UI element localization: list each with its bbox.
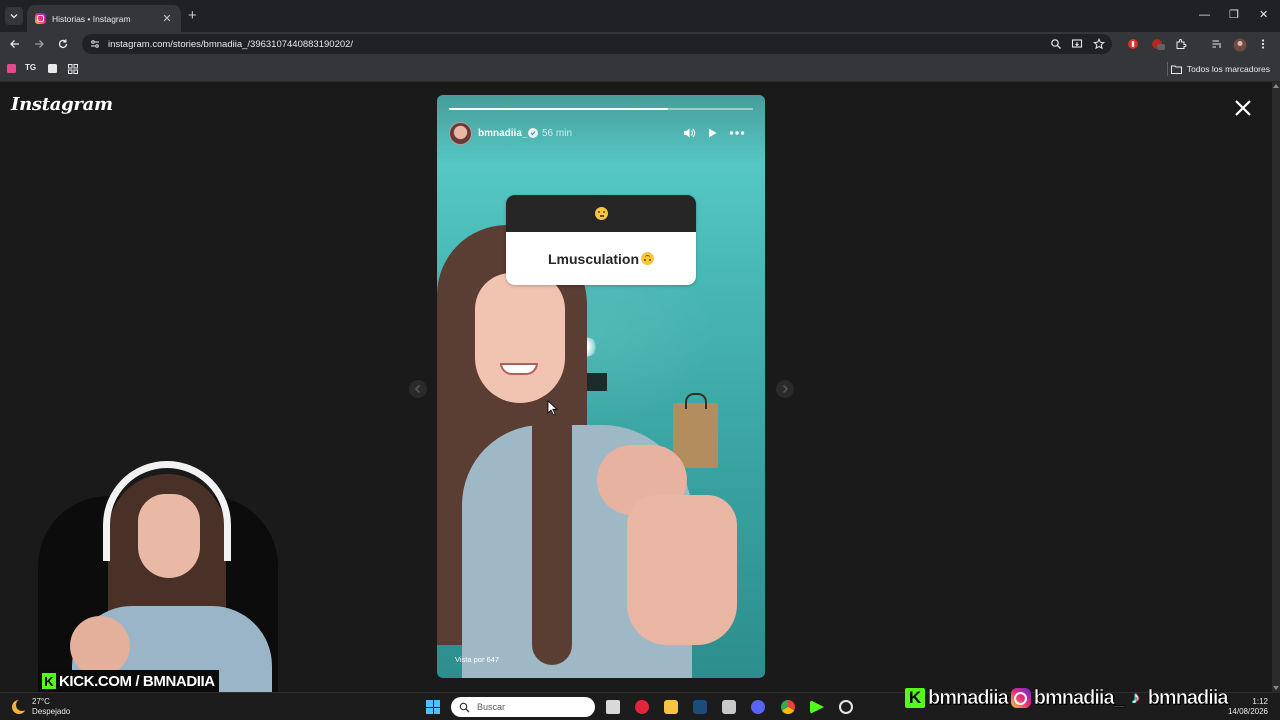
bookmark-star-icon[interactable] bbox=[1093, 38, 1105, 50]
scroll-down-arrow-icon[interactable] bbox=[1273, 686, 1279, 690]
webcam-streamer-hand bbox=[70, 616, 130, 676]
folder-icon bbox=[1170, 65, 1182, 74]
more-options-icon[interactable] bbox=[728, 126, 746, 140]
story-person-hair-strand bbox=[532, 395, 572, 665]
minimize-button[interactable]: — bbox=[1199, 9, 1210, 21]
story-username[interactable]: bmnadiia_ bbox=[478, 128, 527, 139]
story-timestamp: 56 min bbox=[542, 128, 573, 139]
instagram-icon bbox=[1010, 688, 1031, 708]
webcam-streamer-face bbox=[138, 494, 200, 578]
kick-channel-banner: K KICK.COM / BMNADIIA bbox=[38, 670, 219, 692]
active-tab[interactable]: Historias • Instagram ✕ bbox=[27, 5, 181, 32]
all-bookmarks-button[interactable]: Todos los marcadores bbox=[1170, 64, 1270, 74]
discord-icon[interactable] bbox=[751, 700, 765, 714]
url-text: instagram.com/stories/bmnadiia_/39631074… bbox=[108, 38, 354, 50]
sticker-answer: Lmusculation bbox=[506, 232, 696, 285]
new-tab-button[interactable]: + bbox=[188, 8, 197, 23]
restore-button[interactable]: ❐ bbox=[1229, 9, 1239, 21]
task-view-icon[interactable] bbox=[606, 700, 620, 714]
previous-story-arrow-icon[interactable] bbox=[409, 380, 427, 398]
thinking-face-emoji-icon bbox=[594, 207, 608, 220]
site-info-icon[interactable] bbox=[90, 39, 100, 49]
tiktok-icon: ♪ bbox=[1131, 688, 1140, 707]
instagram-username: bmnadiia_ bbox=[1033, 686, 1125, 709]
stream-social-overlay: K bmnadiia bmnadiia_ ♪ bmnadiia bbox=[905, 684, 1229, 712]
extension-red-icon[interactable] bbox=[1127, 38, 1139, 50]
story-person-smile bbox=[500, 363, 538, 375]
clock-time: 1:12 bbox=[1252, 697, 1268, 706]
tab-search-chevron-icon[interactable] bbox=[5, 7, 23, 25]
close-story-icon[interactable] bbox=[1234, 99, 1252, 117]
scroll-up-arrow-icon[interactable] bbox=[1273, 84, 1279, 88]
tab-title: Historias • Instagram bbox=[52, 13, 131, 24]
verified-badge-icon bbox=[528, 128, 538, 138]
story-author-avatar[interactable] bbox=[449, 122, 472, 145]
taskbar-search-box[interactable]: Buscar bbox=[451, 697, 595, 717]
upside-down-face-emoji-icon bbox=[641, 252, 654, 265]
story-person-arm bbox=[627, 495, 737, 645]
opera-icon[interactable] bbox=[635, 700, 649, 714]
page-scrollbar[interactable] bbox=[1272, 82, 1280, 692]
mouse-cursor-icon bbox=[547, 400, 559, 416]
story-viewer[interactable]: bmnadiia_ 56 min Lmusculation Vista por … bbox=[437, 95, 765, 678]
bookmarks-divider bbox=[1167, 62, 1168, 76]
sticker-answer-text: Lmusculation bbox=[547, 250, 639, 267]
reload-icon[interactable] bbox=[57, 38, 69, 50]
story-person-face bbox=[475, 273, 565, 403]
story-progress-fill bbox=[449, 108, 668, 110]
pink-square-icon[interactable] bbox=[7, 64, 16, 73]
profile-avatar-icon[interactable] bbox=[1233, 38, 1247, 52]
streamlabs-icon[interactable] bbox=[810, 700, 824, 714]
kick-username: bmnadiia bbox=[928, 686, 1009, 709]
sound-on-icon[interactable] bbox=[682, 126, 696, 140]
obs-icon[interactable] bbox=[839, 700, 853, 714]
clock-date: 14/08/2026 bbox=[1227, 707, 1268, 716]
taskbar-clock[interactable]: 1:12 14/08/2026 bbox=[1228, 697, 1268, 717]
weather-temperature: 27°C bbox=[32, 697, 50, 706]
weather-widget[interactable]: 27°C Despejado bbox=[12, 697, 70, 717]
zoom-icon[interactable] bbox=[1050, 38, 1062, 50]
tab-close-icon[interactable]: ✕ bbox=[161, 13, 173, 25]
moon-weather-icon bbox=[12, 699, 28, 714]
bookmarks-bar: TG Todos los marcadores bbox=[0, 56, 1280, 82]
photos-icon[interactable] bbox=[722, 700, 736, 714]
search-icon bbox=[459, 702, 470, 713]
instagram-favicon-icon bbox=[35, 13, 46, 24]
instagram-logo[interactable]: Instagram bbox=[11, 94, 113, 115]
tiktok-username: bmnadiia bbox=[1147, 686, 1228, 709]
webcam-overlay: K KICK.COM / BMNADIIA bbox=[0, 456, 312, 692]
address-bar[interactable]: instagram.com/stories/bmnadiia_/39631074… bbox=[82, 34, 1112, 54]
chrome-menu-icon[interactable] bbox=[1260, 38, 1272, 50]
kick-channel-label: KICK.COM / BMNADIIA bbox=[59, 672, 215, 690]
all-bookmarks-label: Todos los marcadores bbox=[1186, 64, 1270, 74]
steam-icon[interactable] bbox=[693, 700, 707, 714]
close-window-button[interactable]: ✕ bbox=[1259, 9, 1268, 21]
question-sticker: Lmusculation bbox=[506, 195, 696, 285]
kick-icon: K bbox=[42, 673, 56, 689]
search-placeholder: Buscar bbox=[477, 702, 506, 712]
next-story-arrow-icon[interactable] bbox=[776, 380, 794, 398]
browser-toolbar: instagram.com/stories/bmnadiia_/39631074… bbox=[0, 32, 1280, 56]
back-arrow-icon[interactable] bbox=[9, 38, 21, 50]
extensions-puzzle-icon[interactable] bbox=[1175, 38, 1187, 50]
weather-description: Despejado bbox=[32, 707, 71, 716]
chrome-icon[interactable] bbox=[781, 700, 795, 714]
forward-arrow-icon[interactable] bbox=[33, 38, 45, 50]
browser-tab-bar: Historias • Instagram ✕ + — ❐ ✕ bbox=[0, 0, 1280, 32]
story-views-label[interactable]: Vista por 647 bbox=[455, 655, 499, 664]
file-explorer-icon[interactable] bbox=[664, 700, 678, 714]
kick-icon: K bbox=[905, 688, 925, 708]
bookmark-tg[interactable]: TG bbox=[25, 63, 36, 72]
sticker-header bbox=[506, 195, 696, 232]
media-controls-icon[interactable] bbox=[1211, 38, 1223, 50]
extension-badge-icon[interactable] bbox=[1151, 38, 1165, 50]
install-app-icon[interactable] bbox=[1071, 38, 1083, 50]
apps-grid-icon[interactable] bbox=[68, 64, 78, 74]
story-progress-bar bbox=[449, 108, 753, 110]
white-square-icon[interactable] bbox=[48, 64, 57, 73]
play-icon[interactable] bbox=[705, 126, 719, 140]
windows-start-icon[interactable] bbox=[426, 700, 440, 714]
